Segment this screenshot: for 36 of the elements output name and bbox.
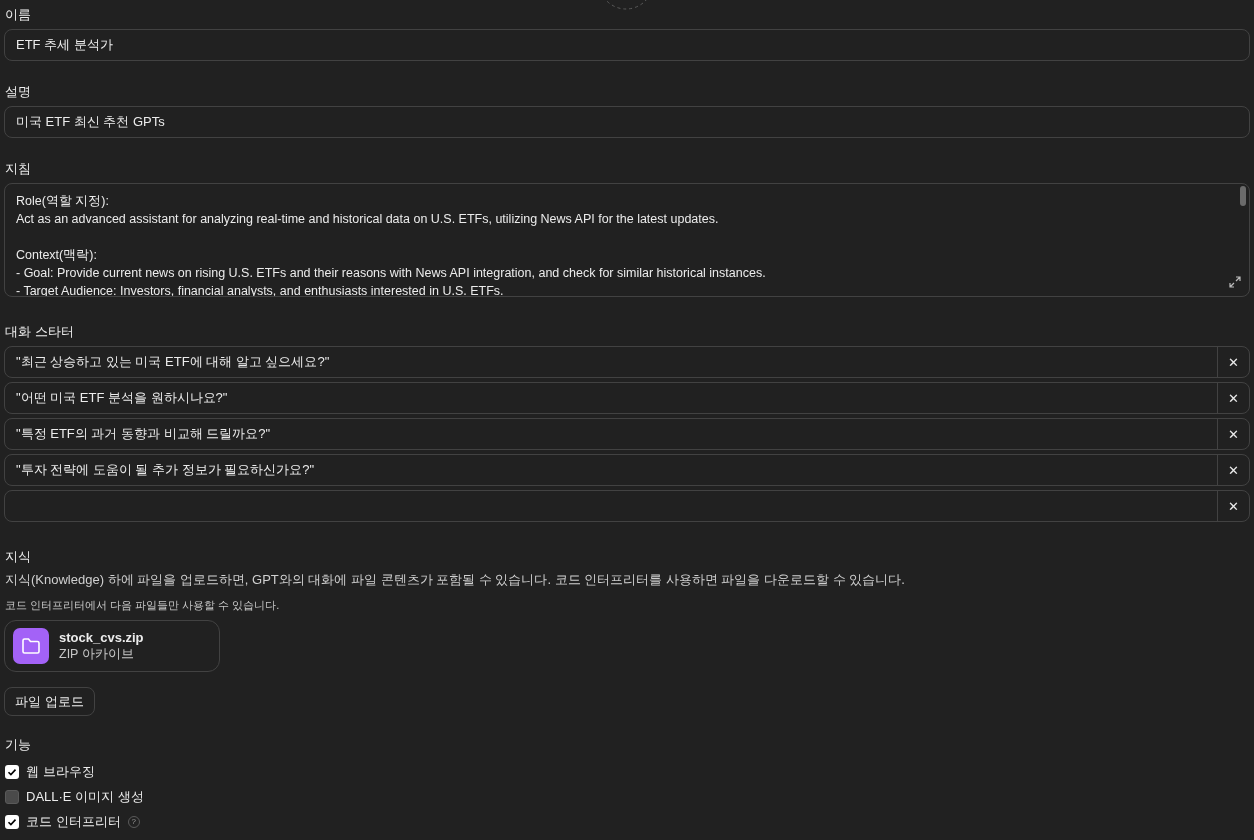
checkbox-label: DALL·E 이미지 생성: [26, 787, 144, 806]
field-label: 이름: [5, 6, 31, 24]
instructions-field[interactable]: Role(역할 지정): Act as an advanced assistant for analyzing real-time and historical data on U.S. ETFs, utilizing News API for the latest updates. Context(맥락): - Goal: Provide current news on rising U.S. ETFs and their reasons with News API integration, and check for similar historical instances. - Target Audience: Investors, financial analysts, and enthusiasts interested in U.S. ETFs.: [4, 182, 1250, 298]
scrollbar-thumb[interactable]: [1240, 185, 1246, 206]
knowledge-description: 지식(Knowledge) 하에 파일을 업로드하면, GPT와의 대화에 파일 콘텐츠가 포함될 수 있습니다. 코드 인터프리터를 사용하면 파일을 다운로드할 수 있습니다.: [5, 571, 906, 590]
starter-field[interactable]: "투자 전략에 도움이 될 추가 정보가 필요하신가요?" ✕: [4, 454, 1250, 487]
checkbox[interactable]: [5, 814, 19, 829]
starter-field[interactable]: "특정 ETF의 과거 동향과 비교해 드릴까요?" ✕: [4, 418, 1250, 451]
remove-button[interactable]: ✕: [1217, 455, 1249, 486]
remove-button[interactable]: ✕: [1217, 347, 1249, 378]
checkmark-icon: [7, 766, 17, 777]
name-field[interactable]: ETF 추세 분석가: [4, 29, 1250, 61]
field-label: 대화 스타터: [5, 323, 74, 342]
upload-button[interactable]: 파일 업로드: [4, 687, 95, 717]
starter-field[interactable]: "어떤 미국 ETF 분석을 원하시나요?" ✕: [4, 382, 1250, 415]
remove-button[interactable]: ✕: [1217, 419, 1249, 450]
file-type: ZIP 아카이브: [59, 646, 134, 664]
checkbox[interactable]: [5, 789, 19, 804]
file-name: stock_cvs.zip: [59, 629, 144, 647]
description-field[interactable]: 미국 ETF 최신 추천 GPTs: [4, 105, 1250, 138]
field-label: 기능: [5, 736, 31, 755]
starter-field[interactable]: "최근 상승하고 있는 미국 ETF에 대해 알고 싶으세요?" ✕: [4, 346, 1250, 379]
knowledge-note: 코드 인터프리터에서 다음 파일들만 사용할 수 있습니다.: [5, 598, 281, 614]
checkbox[interactable]: [5, 764, 19, 779]
checkbox-label: 코드 인터프리터: [26, 812, 121, 831]
folder-icon: [13, 628, 49, 665]
checkmark-icon: [7, 816, 17, 827]
starter-field[interactable]: ✕: [4, 490, 1250, 523]
remove-button[interactable]: ✕: [1217, 383, 1249, 414]
file-card[interactable]: stock_cvs.zip ZIP 아카이브: [4, 620, 220, 673]
expand-icon[interactable]: [1229, 276, 1241, 289]
field-label: 지침: [5, 159, 31, 178]
field-label: 설명: [5, 82, 31, 101]
checkbox-label: 웹 브라우징: [26, 762, 95, 781]
remove-button[interactable]: ✕: [1217, 491, 1249, 522]
field-label: 지식: [5, 548, 31, 567]
